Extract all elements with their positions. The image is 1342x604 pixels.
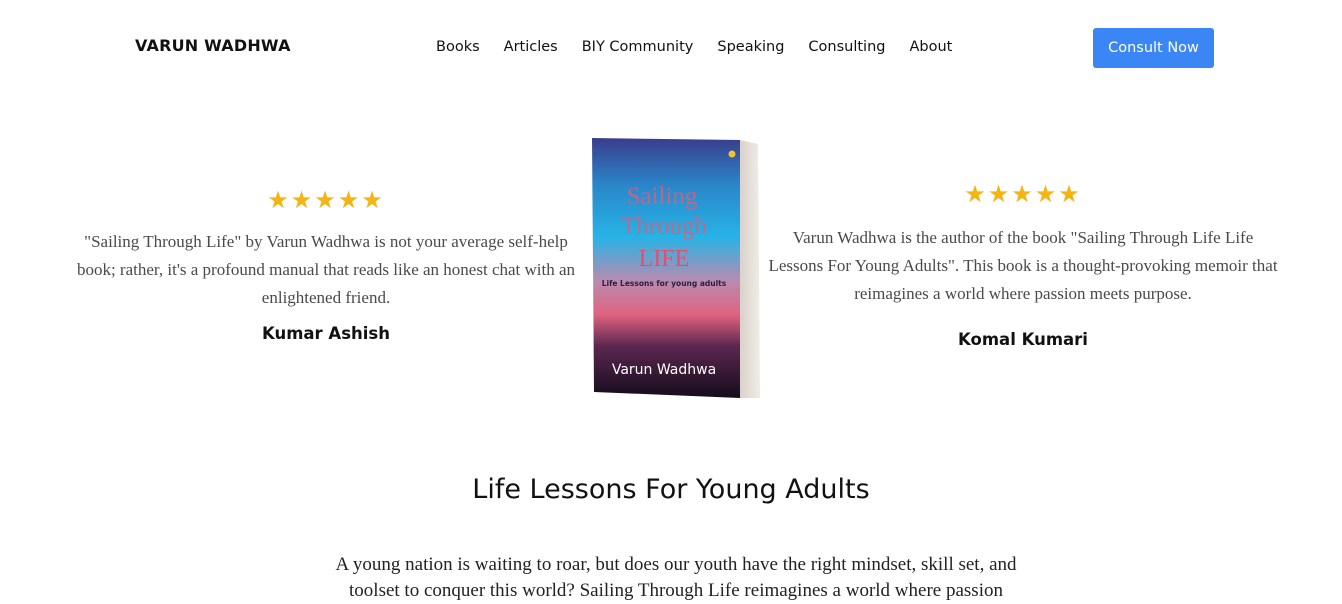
testimonial-author: Komal Kumari: [958, 330, 1088, 349]
section-body: A young nation is waiting to roar, but d…: [335, 554, 1017, 601]
brand-logo[interactable]: VARUN WADHWA: [135, 36, 291, 55]
book-cover-image: Sailing Through LIFE Life Lessons for yo…: [592, 138, 760, 398]
nav-link-books[interactable]: Books: [436, 36, 480, 58]
testimonial-quote: Varun Wadhwa is the author of the book "…: [768, 228, 1278, 303]
publisher-logo-icon: [728, 150, 736, 158]
star-rating: ★★★★★: [964, 180, 1082, 208]
section-title: Life Lessons For Young Adults: [472, 474, 870, 505]
testimonial-quote: "Sailing Through Life" by Varun Wadhwa i…: [76, 232, 576, 307]
consult-now-button[interactable]: Consult Now: [1093, 28, 1214, 68]
book-author: Varun Wadhwa: [612, 362, 716, 378]
star-rating: ★★★★★: [267, 186, 385, 214]
nav-link-articles[interactable]: Articles: [504, 36, 558, 58]
nav-link-about[interactable]: About: [909, 36, 952, 58]
testimonial-card: ★★★★★ "Sailing Through Life" by Varun Wa…: [70, 186, 582, 343]
nav-link-biy-community[interactable]: BIY Community: [582, 36, 694, 58]
testimonial-card: ★★★★★ Varun Wadhwa is the author of the …: [768, 180, 1278, 349]
nav-link-speaking[interactable]: Speaking: [717, 36, 784, 58]
book-title-line: LIFE: [639, 246, 690, 272]
book-subtitle: Life Lessons for young adults: [602, 279, 727, 288]
main-nav: Books Articles BIY Community Speaking Co…: [436, 36, 976, 58]
nav-link-consulting[interactable]: Consulting: [808, 36, 885, 58]
book-title-line: Through: [621, 213, 708, 240]
book-title-line: Sailing: [627, 183, 698, 210]
testimonial-author: Kumar Ashish: [261, 324, 390, 343]
